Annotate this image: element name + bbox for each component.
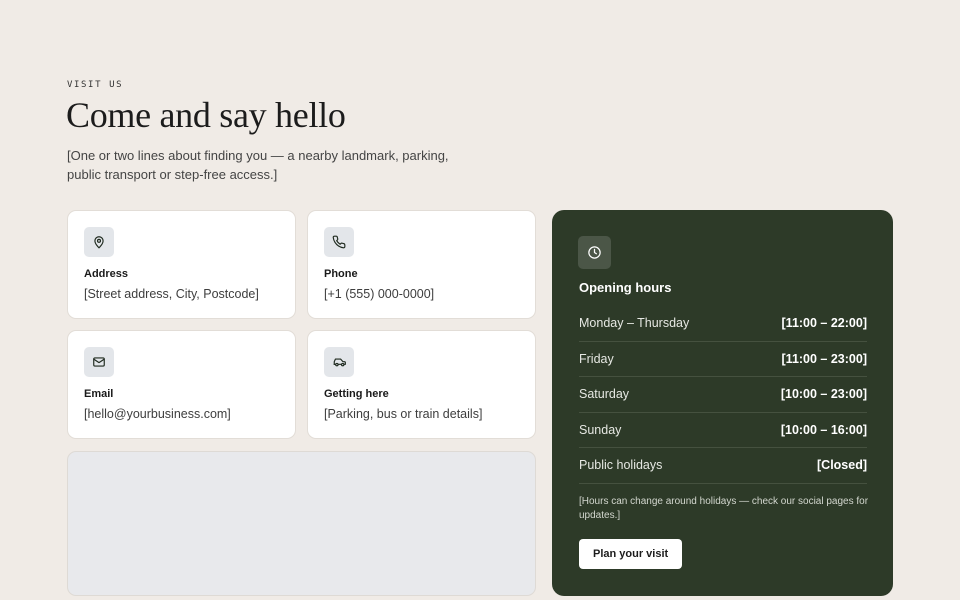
phone-title: Phone [324,268,358,280]
address-card: Address [Street address, City, Postcode] [67,210,296,319]
hours-time: [Closed] [817,458,867,473]
hours-row: Monday – Thursday [11:00 – 22:00] [579,306,867,342]
map-pin-icon [84,227,114,257]
phone-icon [324,227,354,257]
section-eyebrow: VISIT US [67,80,124,90]
address-title: Address [84,268,129,280]
hours-time: [11:00 – 23:00] [781,351,867,366]
phone-card: Phone [+1 (555) 000-0000] [307,210,536,319]
hours-time: [10:00 – 23:00] [780,387,867,402]
hours-row: Saturday [10:00 – 23:00] [579,377,867,413]
email-title: Email [84,388,114,400]
hours-note: [Hours can change around holidays — chec… [579,496,869,521]
phone-value[interactable]: [+1 (555) 000-0000] [324,287,434,301]
getting-here-card: Getting here [Parking, bus or train deta… [307,330,536,439]
getting-here-title: Getting here [324,388,389,400]
map-placeholder[interactable] [67,451,536,596]
mail-icon [84,347,114,377]
email-card: Email [hello@yourbusiness.com] [67,330,296,439]
hours-day: Sunday [579,422,622,437]
address-value: [Street address, City, Postcode] [84,287,259,301]
hours-day: Public holidays [579,458,663,473]
hours-list: Monday – Thursday [11:00 – 22:00] Friday… [579,306,867,484]
hours-row: Public holidays [Closed] [579,448,867,484]
hours-time: [11:00 – 22:00] [781,316,867,331]
hours-day: Friday [579,351,614,366]
hours-day: Saturday [579,387,630,402]
hours-row: Sunday [10:00 – 16:00] [579,413,867,448]
hours-day: Monday – Thursday [579,316,690,331]
car-icon [324,347,354,377]
hours-row: Friday [11:00 – 23:00] [579,342,867,377]
clock-icon [578,236,611,269]
email-value[interactable]: [hello@yourbusiness.com] [84,407,231,421]
hours-time: [10:00 – 16:00] [780,422,867,437]
opening-hours-panel: Opening hours Monday – Thursday [11:00 –… [552,210,893,596]
plan-visit-button[interactable]: Plan your visit [579,539,683,569]
getting-here-value: [Parking, bus or train details] [324,407,483,421]
page-title: Come and say hello [66,95,346,135]
opening-hours-title: Opening hours [579,280,672,295]
section-intro: [One or two lines about finding you — a … [67,148,449,182]
